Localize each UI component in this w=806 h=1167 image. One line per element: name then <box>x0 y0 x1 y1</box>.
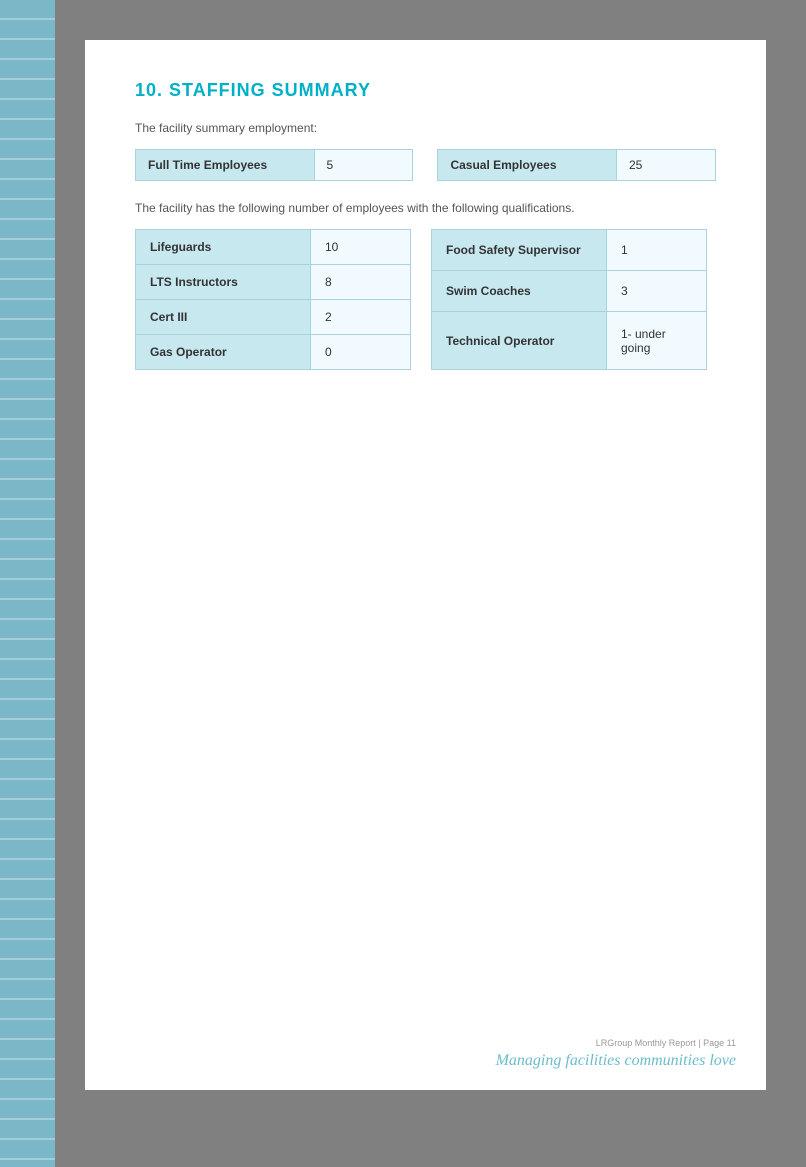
qual-label: Lifeguards <box>136 230 311 265</box>
qual-value: 1- under going <box>607 312 707 370</box>
employment-label: Full Time Employees <box>136 150 315 181</box>
qual-value: 8 <box>311 265 411 300</box>
main-content: 10. STAFFING SUMMARY The facility summar… <box>55 0 806 1167</box>
employment-value: 25 <box>616 150 715 181</box>
qualifications-wrapper: Lifeguards10LTS Instructors8Cert III2Gas… <box>135 229 716 370</box>
footer-tagline: Managing facilities communities love <box>496 1052 736 1070</box>
qual-label: Cert III <box>136 300 311 335</box>
qual-table-left: Lifeguards10LTS Instructors8Cert III2Gas… <box>135 229 411 370</box>
qual-label: Gas Operator <box>136 335 311 370</box>
section-title: 10. STAFFING SUMMARY <box>135 80 716 101</box>
qual-label: LTS Instructors <box>136 265 311 300</box>
intro-qualifications-text: The facility has the following number of… <box>135 201 716 215</box>
qual-value: 10 <box>311 230 411 265</box>
wave-pattern <box>0 0 55 1167</box>
qual-label: Technical Operator <box>432 312 607 370</box>
qual-value: 1 <box>607 230 707 271</box>
qual-label: Swim Coaches <box>432 271 607 312</box>
qual-table-right: Food Safety Supervisor1Swim Coaches3Tech… <box>431 229 707 370</box>
qual-value: 2 <box>311 300 411 335</box>
employment-label: Casual Employees <box>438 150 617 181</box>
qual-value: 0 <box>311 335 411 370</box>
qual-value: 3 <box>607 271 707 312</box>
intro-employment-text: The facility summary employment: <box>135 121 716 135</box>
employment-summary-row: Full Time Employees5 Casual Employees25 <box>135 149 716 181</box>
qual-label: Food Safety Supervisor <box>432 230 607 271</box>
footer-report-text: LRGroup Monthly Report | Page 11 <box>496 1038 736 1048</box>
left-sidebar <box>0 0 55 1167</box>
footer-area: LRGroup Monthly Report | Page 11 Managin… <box>496 1038 736 1070</box>
employment-value: 5 <box>314 150 413 181</box>
employment-table: Full Time Employees5 Casual Employees25 <box>135 149 716 181</box>
page-content: 10. STAFFING SUMMARY The facility summar… <box>85 40 766 1090</box>
